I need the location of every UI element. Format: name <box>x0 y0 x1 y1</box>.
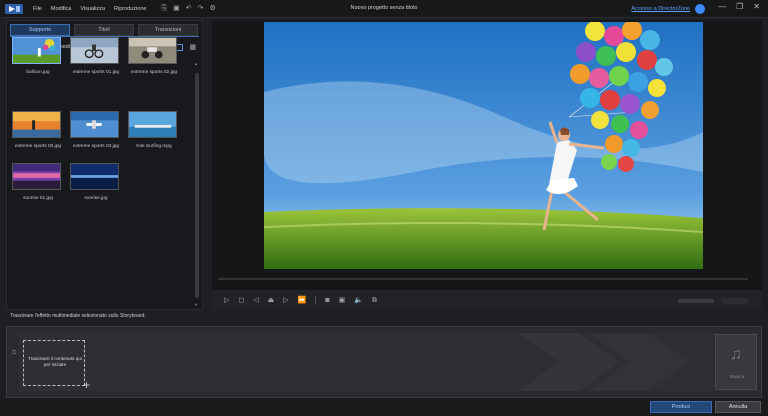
grid-view-icon[interactable]: ▦ <box>189 44 196 51</box>
redo-icon[interactable]: ↷ <box>198 5 204 12</box>
split-icon[interactable]: ⏏ <box>268 297 275 304</box>
divider <box>315 296 317 304</box>
storyboard-hint: Trascinare l'effetto multimediale selezi… <box>10 313 146 319</box>
settings-icon[interactable]: ⚙ <box>209 5 215 12</box>
storyboard <box>6 326 762 398</box>
undo-icon[interactable]: ↶ <box>186 5 192 12</box>
fullscreen-icon[interactable]: ▣ <box>339 297 346 304</box>
close-icon[interactable]: ✕ <box>753 3 760 11</box>
kite-surfing-thumbnail[interactable] <box>128 111 177 138</box>
music-slot[interactable]: ♫ Musica <box>715 334 757 390</box>
produce-button[interactable]: Produci <box>650 401 712 413</box>
previous-frame-icon[interactable]: ◁ <box>253 297 258 304</box>
title-bar: File Modifica Visualizza Riproduzione ⎘ … <box>0 0 768 18</box>
skydiver-thumbnail[interactable] <box>70 111 119 138</box>
app-logo-icon <box>5 3 23 15</box>
next-frame-icon[interactable]: ▷ <box>283 297 288 304</box>
volume-icon[interactable]: 🔈 <box>354 297 363 304</box>
window-controls: — ❐ ✕ <box>718 3 760 11</box>
media-caption: extreme sports 04.jpg <box>72 144 120 149</box>
display-icon[interactable]: ⧉ <box>372 297 377 304</box>
media-item[interactable]: Kite Surfing.mpg <box>128 111 180 149</box>
media-item[interactable]: extreme sports 02.jpg <box>128 37 180 75</box>
blue-sunrise-thumbnail[interactable] <box>70 163 119 190</box>
scroll-down-icon[interactable]: ▼ <box>194 302 198 307</box>
save-icon[interactable]: ▣ <box>173 5 180 12</box>
import-icon[interactable]: ⎘ <box>161 5 167 12</box>
storyboard-drop-zone[interactable]: Trascinare il contenuto qui per iniziare… <box>23 340 90 391</box>
preview-seek-bar[interactable] <box>218 278 748 280</box>
motocross-thumbnail[interactable] <box>128 37 177 64</box>
music-note-icon: ♫ <box>730 346 742 363</box>
preview-video[interactable] <box>264 22 703 269</box>
media-caption: sunrise 01.jpg <box>23 196 53 201</box>
minimize-icon[interactable]: — <box>718 3 726 11</box>
fast-forward-icon[interactable]: ⏩ <box>298 297 307 304</box>
cancel-button[interactable]: Annulla <box>715 401 761 413</box>
play-icon[interactable]: ▷ <box>224 297 229 304</box>
menu-modifica[interactable]: Modifica <box>51 6 71 12</box>
account-icon[interactable] <box>695 4 705 14</box>
media-item[interactable]: extreme sports 03.jpg <box>12 111 64 149</box>
media-item[interactable]: balloon.jpg <box>12 37 64 75</box>
purple-sunrise-thumbnail[interactable] <box>12 163 61 190</box>
library-scrollbar[interactable]: ▲ ▼ <box>194 61 199 307</box>
menu-visualizza[interactable]: Visualizza <box>80 6 105 12</box>
scroll-up-icon[interactable]: ▲ <box>194 61 198 66</box>
stop-icon[interactable]: ◻ <box>238 297 244 304</box>
media-caption: Kite Surfing.mpg <box>136 144 172 149</box>
drop-zone-text: Trascinare il contenuto qui per iniziare <box>28 356 82 368</box>
balloon-girl-thumbnail[interactable] <box>12 37 61 64</box>
app-window: File Modifica Visualizza Riproduzione ⎘ … <box>0 0 768 416</box>
menu-riproduzione[interactable]: Riproduzione <box>114 6 146 12</box>
snapshot-icon[interactable]: ◙ <box>325 297 329 304</box>
tab-supporto[interactable]: Supporto <box>10 24 70 36</box>
media-caption: extreme sports 03.jpg <box>14 144 62 149</box>
storyboard-track[interactable] <box>19 333 714 391</box>
media-caption: sunrise.jpg <box>84 196 108 201</box>
preview-panel: ▷ ◻ ◁ ⏏ ▷ ⏩ ◙ ▣ 🔈 ⧉ <box>212 20 762 310</box>
kitesurf-sunset-thumbnail[interactable] <box>12 111 61 138</box>
scroll-thumb[interactable] <box>195 73 199 298</box>
quick-actions: ⎘ ▣ ↶ ↷ ⚙ <box>161 5 215 12</box>
media-item[interactable]: extreme sports 04.jpg <box>70 111 122 149</box>
storyboard-arrow-decoration <box>519 333 689 391</box>
tab-transizioni[interactable]: Transizioni <box>138 24 198 36</box>
media-item[interactable]: sunrise.jpg <box>70 163 122 201</box>
directorzone-login-link[interactable]: Accesso a DirectorZone <box>631 6 690 12</box>
menu-bar: File Modifica Visualizza Riproduzione <box>33 6 155 12</box>
music-label: Musica <box>729 374 745 379</box>
media-caption: extreme sports 01.jpg <box>72 70 120 75</box>
bmx-thumbnail[interactable] <box>70 37 119 64</box>
restore-icon[interactable]: ❐ <box>736 3 743 11</box>
media-item[interactable]: extreme sports 01.jpg <box>70 37 122 75</box>
timecode-display[interactable] <box>678 298 748 306</box>
media-caption: extreme sports 02.jpg <box>130 70 178 75</box>
tab-titoli[interactable]: Titoli <box>74 24 134 36</box>
menu-file[interactable]: File <box>33 6 42 12</box>
media-item[interactable]: sunrise 01.jpg <box>12 163 64 201</box>
media-caption: balloon.jpg <box>26 70 50 75</box>
add-icon: + <box>82 378 90 392</box>
library-tabs: Supporto Titoli Transizioni <box>7 21 202 36</box>
storyboard-toggle-icon[interactable]: ⧉ <box>12 350 16 357</box>
